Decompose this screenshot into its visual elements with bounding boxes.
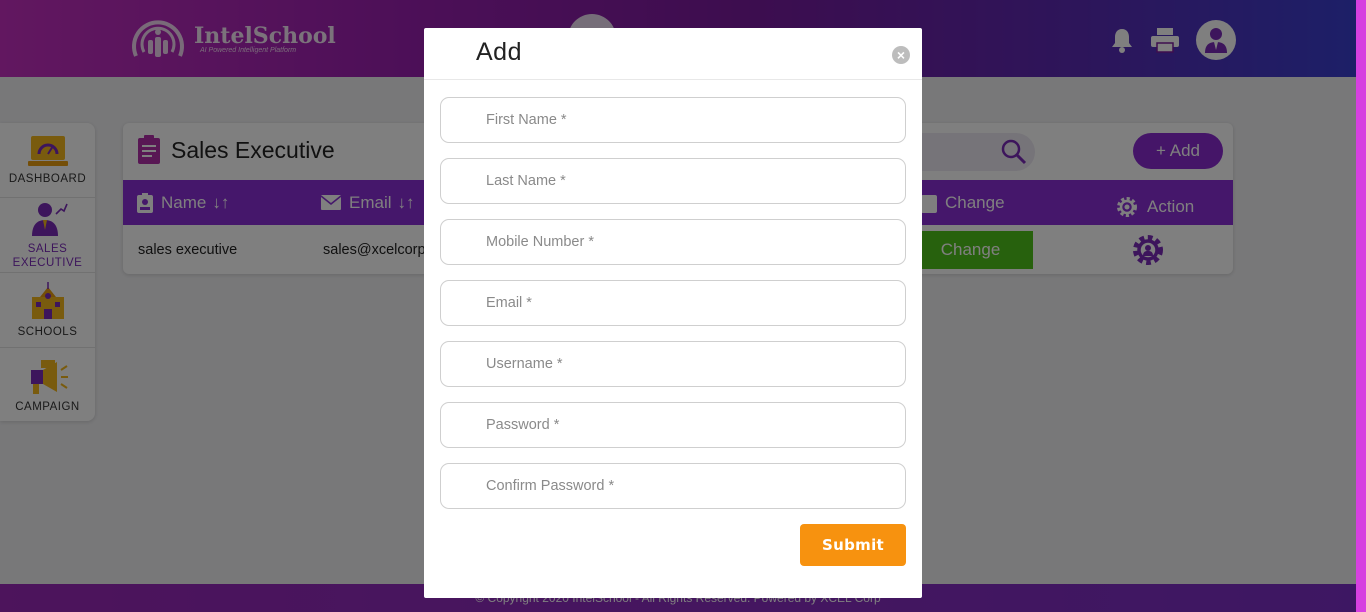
- email-input[interactable]: [441, 281, 905, 325]
- first-name-field[interactable]: [440, 97, 906, 143]
- mobile-number-input[interactable]: [441, 220, 905, 264]
- confirm-password-input[interactable]: [441, 464, 905, 508]
- username-input[interactable]: [441, 342, 905, 386]
- right-edge-strip: [1356, 0, 1366, 612]
- submit-button[interactable]: Submit: [800, 524, 906, 566]
- close-icon[interactable]: ×: [892, 46, 910, 64]
- username-field[interactable]: [440, 341, 906, 387]
- password-input[interactable]: [441, 403, 905, 447]
- last-name-field[interactable]: [440, 158, 906, 204]
- confirm-password-field[interactable]: [440, 463, 906, 509]
- first-name-input[interactable]: [441, 98, 905, 142]
- add-modal: Add × Submit: [424, 28, 922, 598]
- modal-title: Add: [476, 38, 522, 66]
- mobile-number-field[interactable]: [440, 219, 906, 265]
- email-field[interactable]: [440, 280, 906, 326]
- password-field[interactable]: [440, 402, 906, 448]
- last-name-input[interactable]: [441, 159, 905, 203]
